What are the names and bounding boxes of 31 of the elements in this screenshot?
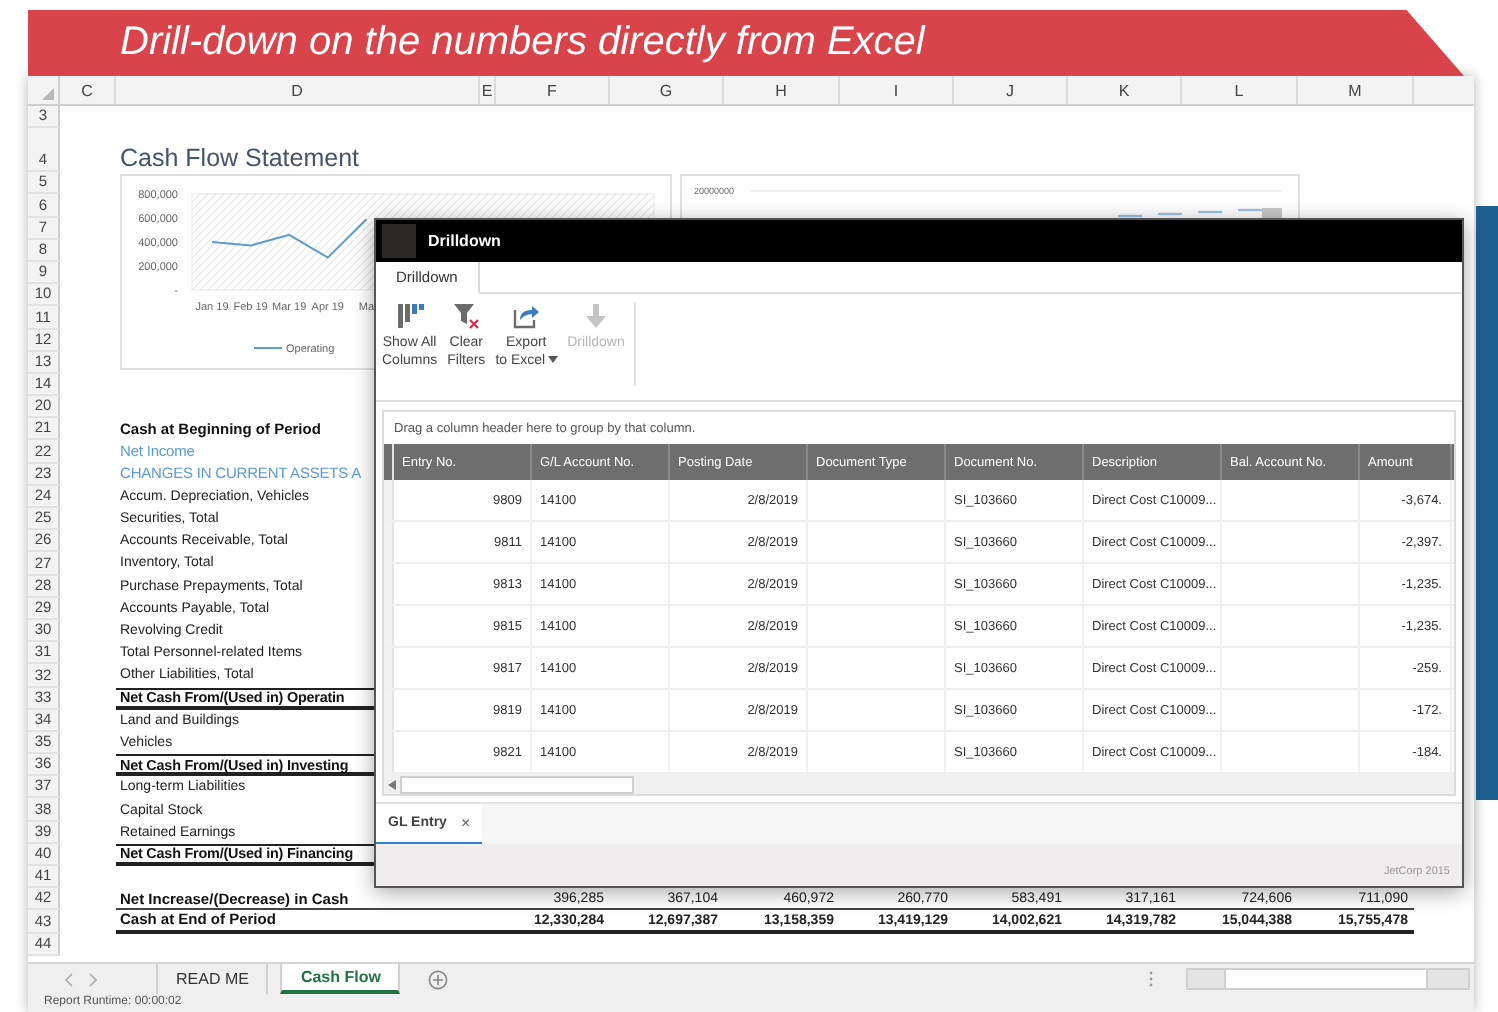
app-icon bbox=[382, 224, 416, 258]
column-letter[interactable]: F bbox=[496, 76, 610, 104]
splitter-icon[interactable] bbox=[1148, 970, 1154, 988]
clear-filter-icon bbox=[452, 302, 481, 330]
row-handle[interactable] bbox=[384, 480, 394, 520]
column-letter[interactable]: J bbox=[954, 76, 1068, 104]
column-letter[interactable]: H bbox=[724, 76, 840, 104]
export-icon bbox=[512, 302, 541, 330]
sheet-title: Cash Flow Statement bbox=[118, 141, 359, 173]
columns-icon bbox=[395, 302, 424, 330]
scroll-left-icon[interactable] bbox=[388, 779, 396, 789]
column-letter[interactable]: K bbox=[1068, 76, 1182, 104]
legend-line bbox=[253, 347, 283, 349]
column-letter[interactable]: E bbox=[480, 76, 496, 104]
caret-icon bbox=[547, 356, 558, 365]
window-title: Drilldown bbox=[428, 232, 501, 250]
close-button[interactable]: × bbox=[460, 814, 471, 832]
select-all-icon[interactable] bbox=[42, 88, 54, 100]
column-letter[interactable]: D bbox=[116, 76, 480, 104]
horizontal-scrollbar[interactable] bbox=[1186, 968, 1470, 990]
sheet-tab[interactable]: READ ME bbox=[156, 964, 269, 994]
down-arrow-icon bbox=[581, 302, 610, 330]
banner-text: Drill-down on the numbers directly from Excel bbox=[120, 20, 925, 66]
column-letter[interactable]: L bbox=[1182, 76, 1298, 104]
column-letter[interactable]: I bbox=[840, 76, 954, 104]
column-letter[interactable]: C bbox=[60, 76, 116, 104]
sheet-tab[interactable]: Cash Flow bbox=[280, 964, 401, 994]
add-sheet-icon[interactable] bbox=[428, 969, 449, 989]
column-letter[interactable]: G bbox=[610, 76, 724, 104]
column-letter[interactable]: M bbox=[1298, 76, 1414, 104]
horizontal-scrollbar[interactable] bbox=[384, 774, 1454, 794]
